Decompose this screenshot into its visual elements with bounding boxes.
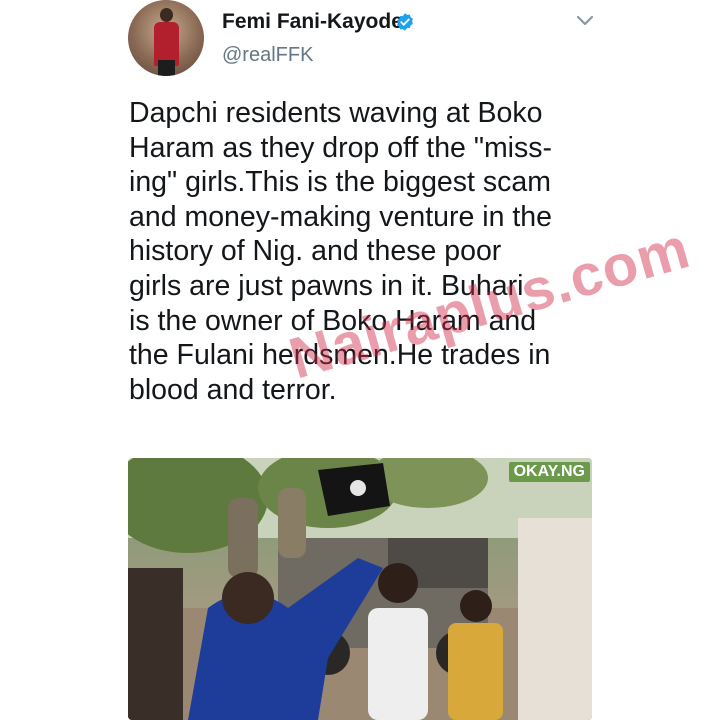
photo-scene: [128, 458, 592, 720]
verified-badge-icon: [397, 13, 413, 31]
tweet-text-line: history of Nig. and these poor: [129, 235, 502, 268]
tweet-text-line: the Fulani herdsmen.He trades in: [129, 339, 551, 372]
tweet-text-line: and money-making venture in the: [129, 200, 552, 233]
author-handle[interactable]: @realFFK: [222, 44, 313, 67]
tweet-text-line: is the owner of Boko Haram and: [129, 304, 537, 337]
photo-person-right: [518, 518, 592, 720]
photo-person-white-shirt: [368, 608, 428, 720]
tweet-text-line: ing" girls.This is the biggest scam: [129, 166, 551, 199]
tweet-media-photo[interactable]: OKAY.NG: [128, 458, 592, 720]
photo-person-yellow-shirt: [448, 623, 503, 720]
tweet-text-line: Dapchi residents waving at Boko: [129, 97, 543, 129]
photo-person-head: [222, 572, 274, 624]
tweet-text: Dapchi residents waving at Boko Haram as…: [129, 96, 609, 407]
avatar-figure-legs: [158, 60, 175, 76]
avatar-figure-head: [160, 8, 173, 22]
photo-person-head: [378, 563, 418, 603]
photo-person-head: [460, 590, 492, 622]
tweet-text-line: girls are just pawns in it. Buhari: [129, 269, 524, 302]
media-source-badge: OKAY.NG: [508, 462, 590, 482]
chevron-down-icon[interactable]: [574, 12, 596, 30]
photo-person-left: [128, 568, 183, 720]
photo-flag-emblem: [350, 480, 366, 496]
photo-person: [228, 498, 258, 578]
photo-person: [278, 488, 306, 558]
tweet-text-line: Haram as they drop off the "miss-: [129, 131, 553, 164]
author-name[interactable]: Femi Fani-Kayode: [222, 10, 403, 34]
tweet-text-line: blood and terror.: [129, 373, 337, 406]
author-avatar[interactable]: [128, 0, 204, 76]
